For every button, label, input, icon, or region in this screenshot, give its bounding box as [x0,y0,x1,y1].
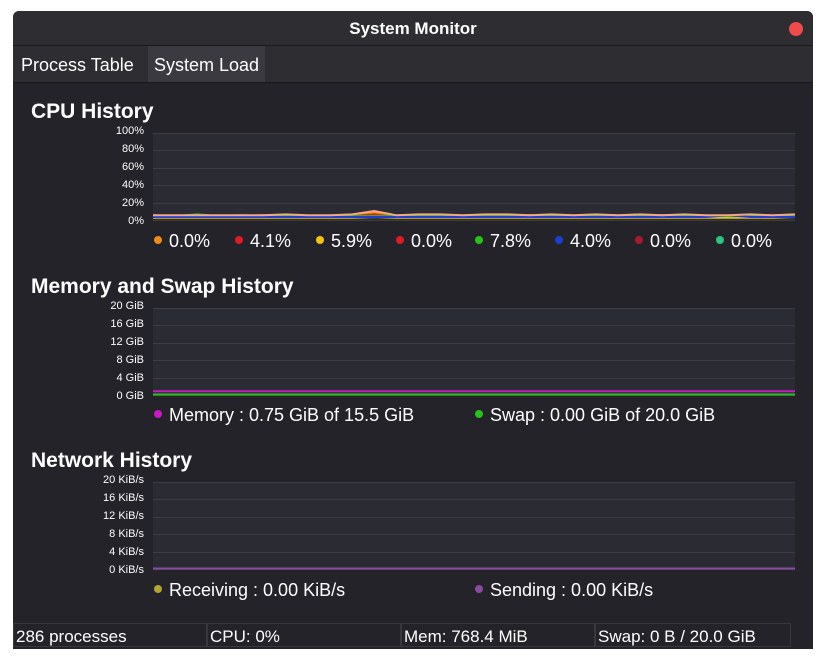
legend-item: Memory : 0.75 GiB of 15.5 GiB [154,405,414,426]
y-tick-label: 80% [121,143,144,155]
y-tick-label: 20 GiB [110,300,144,312]
legend-color-dot [396,236,404,244]
cpu-history-title: CPU History [31,100,154,123]
legend-label: 5.9% [331,231,373,251]
legend-label: 0.0% [411,231,453,251]
legend-color-dot [555,236,563,244]
status-memory: Mem: 768.4 MiB [401,623,595,647]
status-bar: 286 processes CPU: 0% Mem: 768.4 MiB Swa… [13,622,813,649]
memory-history-title: Memory and Swap History [31,275,294,298]
legend-label: 0.0% [650,231,692,251]
legend-color-dot [235,236,243,244]
tab-process-table[interactable]: Process Table [15,46,140,82]
close-button[interactable] [789,22,803,36]
y-tick-label: 16 KiB/s [103,492,144,504]
y-tick-label: 20 KiB/s [103,474,144,486]
status-processes: 286 processes [13,623,207,647]
y-tick-label: 0 GiB [116,390,144,402]
y-tick-label: 16 GiB [110,318,144,330]
legend-label: 4.1% [250,231,292,251]
y-tick-label: 40% [121,179,144,191]
y-tick-label: 12 KiB/s [103,510,144,522]
legend-color-dot [475,585,483,593]
y-tick-label: 8 GiB [116,354,144,366]
network-history-title: Network History [31,449,193,472]
graph-background [153,482,795,570]
legend-color-dot [475,236,483,244]
legend-item: 0.0% [154,231,210,252]
legend-color-dot [154,585,162,593]
y-tick-label: 0 KiB/s [109,564,144,576]
legend-color-dot [316,236,324,244]
legend-color-dot [154,410,162,418]
legend-item: 0.0% [716,231,772,252]
legend-label: Swap : 0.00 GiB of 20.0 GiB [490,405,716,425]
legend-color-dot [154,236,162,244]
tab-bar: Process Table System Load [13,46,813,83]
y-tick-label: 4 GiB [116,372,144,384]
title-bar: System Monitor [13,11,813,46]
legend-label: 7.8% [490,231,532,251]
legend-item: 0.0% [396,231,452,252]
y-tick-label: 8 KiB/s [109,528,144,540]
y-tick-label: 20% [121,197,144,209]
legend-color-dot [716,236,724,244]
legend-item: 7.8% [475,231,531,252]
legend-item: 5.9% [316,231,372,252]
network-history-graph [153,482,795,570]
memory-history-graph [153,308,795,396]
cpu-history-graph [153,133,795,221]
legend-color-dot [475,410,483,418]
legend-label: 4.0% [570,231,612,251]
graph-background [153,308,795,396]
legend-label: 0.0% [731,231,773,251]
legend-color-dot [635,236,643,244]
system-monitor-window: System Monitor Process Table System Load… [13,11,813,649]
legend-label: Sending : 0.00 KiB/s [490,580,654,600]
window-title: System Monitor [349,19,477,38]
legend-label: Receiving : 0.00 KiB/s [169,580,346,600]
legend-item: 0.0% [635,231,691,252]
legend-item: Swap : 0.00 GiB of 20.0 GiB [475,405,715,426]
y-tick-label: 100% [115,125,144,137]
y-tick-label: 60% [121,161,144,173]
status-swap: Swap: 0 B / 20.0 GiB [595,623,791,647]
legend-label: 0.0% [169,231,211,251]
y-tick-label: 12 GiB [110,336,144,348]
legend-item: 4.0% [555,231,611,252]
legend-item: Receiving : 0.00 KiB/s [154,580,345,601]
legend-label: Memory : 0.75 GiB of 15.5 GiB [169,405,415,425]
tab-system-load[interactable]: System Load [148,46,266,82]
legend-item: Sending : 0.00 KiB/s [475,580,653,601]
legend-item: 4.1% [235,231,291,252]
status-cpu: CPU: 0% [207,623,401,647]
y-tick-label: 0% [128,215,144,227]
y-tick-label: 4 KiB/s [109,546,144,558]
graph-background [153,133,795,221]
